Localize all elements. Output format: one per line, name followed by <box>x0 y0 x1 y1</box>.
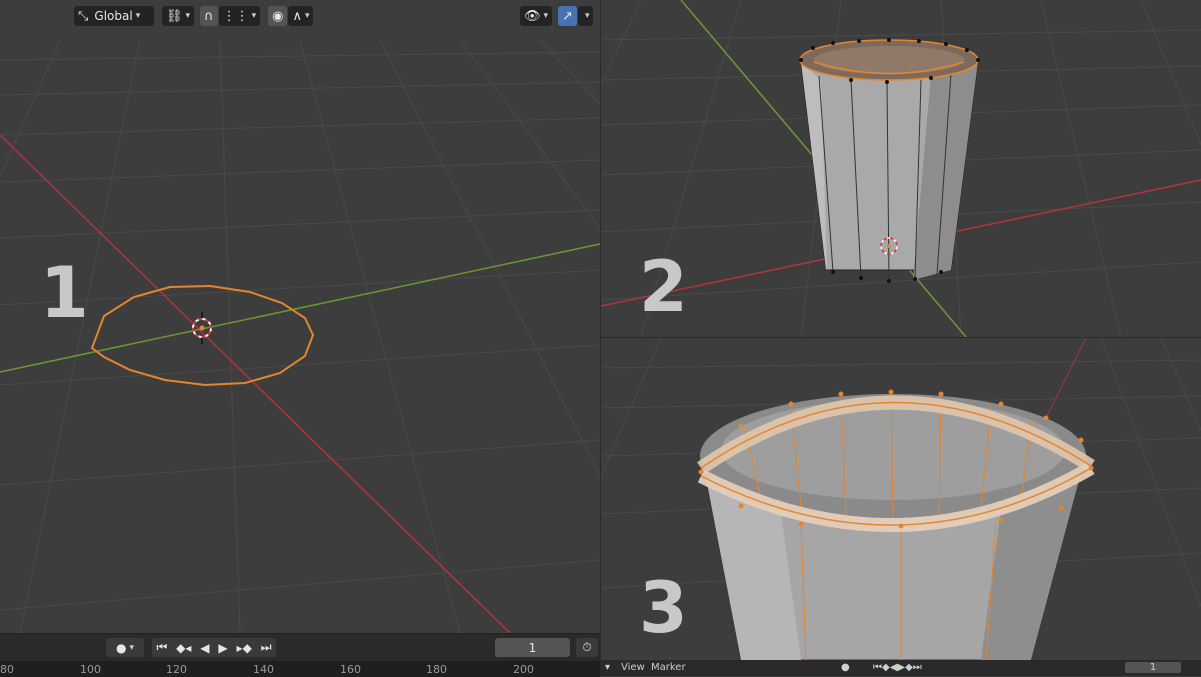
x-axis-line <box>0 134 511 633</box>
y-axis-line <box>0 243 600 373</box>
ruler-label: 120 <box>166 663 187 676</box>
panel-number-2: 2 <box>639 246 688 328</box>
chevron-down-icon: ▾ <box>135 11 141 21</box>
transport-group: ⏮ ◆◂ ◀ ▶ ▸◆ ⏭ <box>152 638 276 657</box>
playback-controls: ● ▾ ⏮ ◆◂ ◀ ▶ ▸◆ ⏭ 1 ⏱ <box>0 634 600 661</box>
play-reverse-icon[interactable]: ◀ <box>200 641 209 655</box>
eye-visibility-icon: 👁 <box>524 8 541 24</box>
current-frame-field[interactable]: 1 <box>495 638 570 657</box>
mini-frame-field[interactable]: 1 <box>1125 662 1181 673</box>
gizmo-dropdown[interactable]: ▾ <box>577 6 594 26</box>
ruler-label: 80 <box>0 663 14 676</box>
prev-keyframe-icon[interactable]: ◆◂ <box>176 641 191 655</box>
grid <box>0 39 600 633</box>
mini-timeline: ▾ View Marker ● ⏮◆◀▶◆⏭ 1 <box>601 660 1201 676</box>
header-right-toolbar: 👁 ▾ ↗ ▾ <box>520 6 594 26</box>
snap-magnet-icon: ∩ <box>204 8 214 24</box>
ruler-label: 140 <box>253 663 274 676</box>
orientation-label: Global <box>94 9 133 23</box>
pivot-point-dropdown[interactable]: ⛓ ▾ <box>162 6 195 26</box>
chevron-down-icon: ▾ <box>304 11 310 21</box>
visibility-dropdown[interactable]: 👁 ▾ <box>520 6 553 26</box>
viewport-1-scene <box>0 39 600 633</box>
play-icon[interactable]: ▶ <box>218 641 227 655</box>
circle-mesh[interactable] <box>90 284 315 387</box>
transform-orientation-icon: ⤡ <box>78 8 89 24</box>
panel-number-3: 3 <box>639 567 688 649</box>
pivot-link-icon: ⛓ <box>166 8 183 24</box>
cup-mesh-beveled[interactable] <box>697 389 1095 661</box>
timeline-ruler[interactable]: 80 100 120 140 160 180 200 <box>0 661 600 677</box>
chevron-down-icon: ▾ <box>584 11 590 21</box>
header-toolbar: ⤡ Global ▾ ⛓ ▾ ∩ ⋮⋮ ▾ ◉ ∧ ▾ <box>74 6 314 26</box>
snap-increment-dropdown[interactable]: ⋮⋮ ▾ <box>218 6 261 26</box>
x-axis-line <box>1040 338 1087 429</box>
editor-type-icon[interactable]: ▾ <box>605 662 610 673</box>
snap-toggle[interactable]: ∩ <box>200 6 218 26</box>
gizmo-icon: ↗ <box>562 8 573 24</box>
clock-icon[interactable]: ⏱ <box>576 638 598 657</box>
ruler-label: 180 <box>426 663 447 676</box>
chevron-down-icon: ▾ <box>543 11 549 21</box>
gizmo-toggle[interactable]: ↗ <box>558 6 577 26</box>
viewport-1[interactable]: 1 ⤡ Global ▾ ⛓ ▾ ∩ ⋮⋮ ▾ ◉ ∧ ▾ 👁 ▾ ↗ ▾ <box>0 0 600 633</box>
falloff-dropdown[interactable]: ∧ ▾ <box>288 6 314 26</box>
snap-increment-icon: ⋮⋮ <box>222 8 249 24</box>
panel-number-1: 1 <box>40 252 89 334</box>
record-icon: ● <box>115 640 127 655</box>
timeline: ● ▾ ⏮ ◆◂ ◀ ▶ ▸◆ ⏭ 1 ⏱ 80 100 120 140 160… <box>0 633 600 677</box>
chevron-down-icon: ▾ <box>185 11 191 21</box>
jump-start-icon[interactable]: ⏮ <box>156 640 167 655</box>
viewport-2-scene <box>601 0 1201 337</box>
falloff-curve-icon: ∧ <box>292 8 302 24</box>
record-icon[interactable]: ● <box>841 662 850 673</box>
viewport-2[interactable]: 2 <box>601 0 1201 337</box>
keying-dropdown[interactable]: ● ▾ <box>106 638 144 657</box>
transform-orientation-dropdown[interactable]: ⤡ Global ▾ <box>74 6 154 26</box>
chevron-down-icon: ▾ <box>251 11 257 21</box>
view-menu[interactable]: View <box>621 662 645 673</box>
transport-icons[interactable]: ⏮◆◀▶◆⏭ <box>873 662 922 673</box>
viewport-3[interactable]: 3 <box>601 338 1201 660</box>
proportional-edit-toggle[interactable]: ◉ <box>268 6 288 26</box>
ruler-label: 200 <box>513 663 534 676</box>
ruler-label: 100 <box>80 663 101 676</box>
jump-end-icon[interactable]: ⏭ <box>261 640 272 655</box>
chevron-down-icon: ▾ <box>129 642 134 653</box>
viewport-separator-vertical[interactable] <box>600 0 601 676</box>
viewport-3-scene <box>601 338 1201 660</box>
viewport-separator-horizontal[interactable] <box>601 337 1201 338</box>
proportional-edit-icon: ◉ <box>272 8 284 24</box>
ruler-label: 160 <box>340 663 361 676</box>
marker-menu[interactable]: Marker <box>651 662 686 673</box>
next-keyframe-icon[interactable]: ▸◆ <box>237 641 252 655</box>
